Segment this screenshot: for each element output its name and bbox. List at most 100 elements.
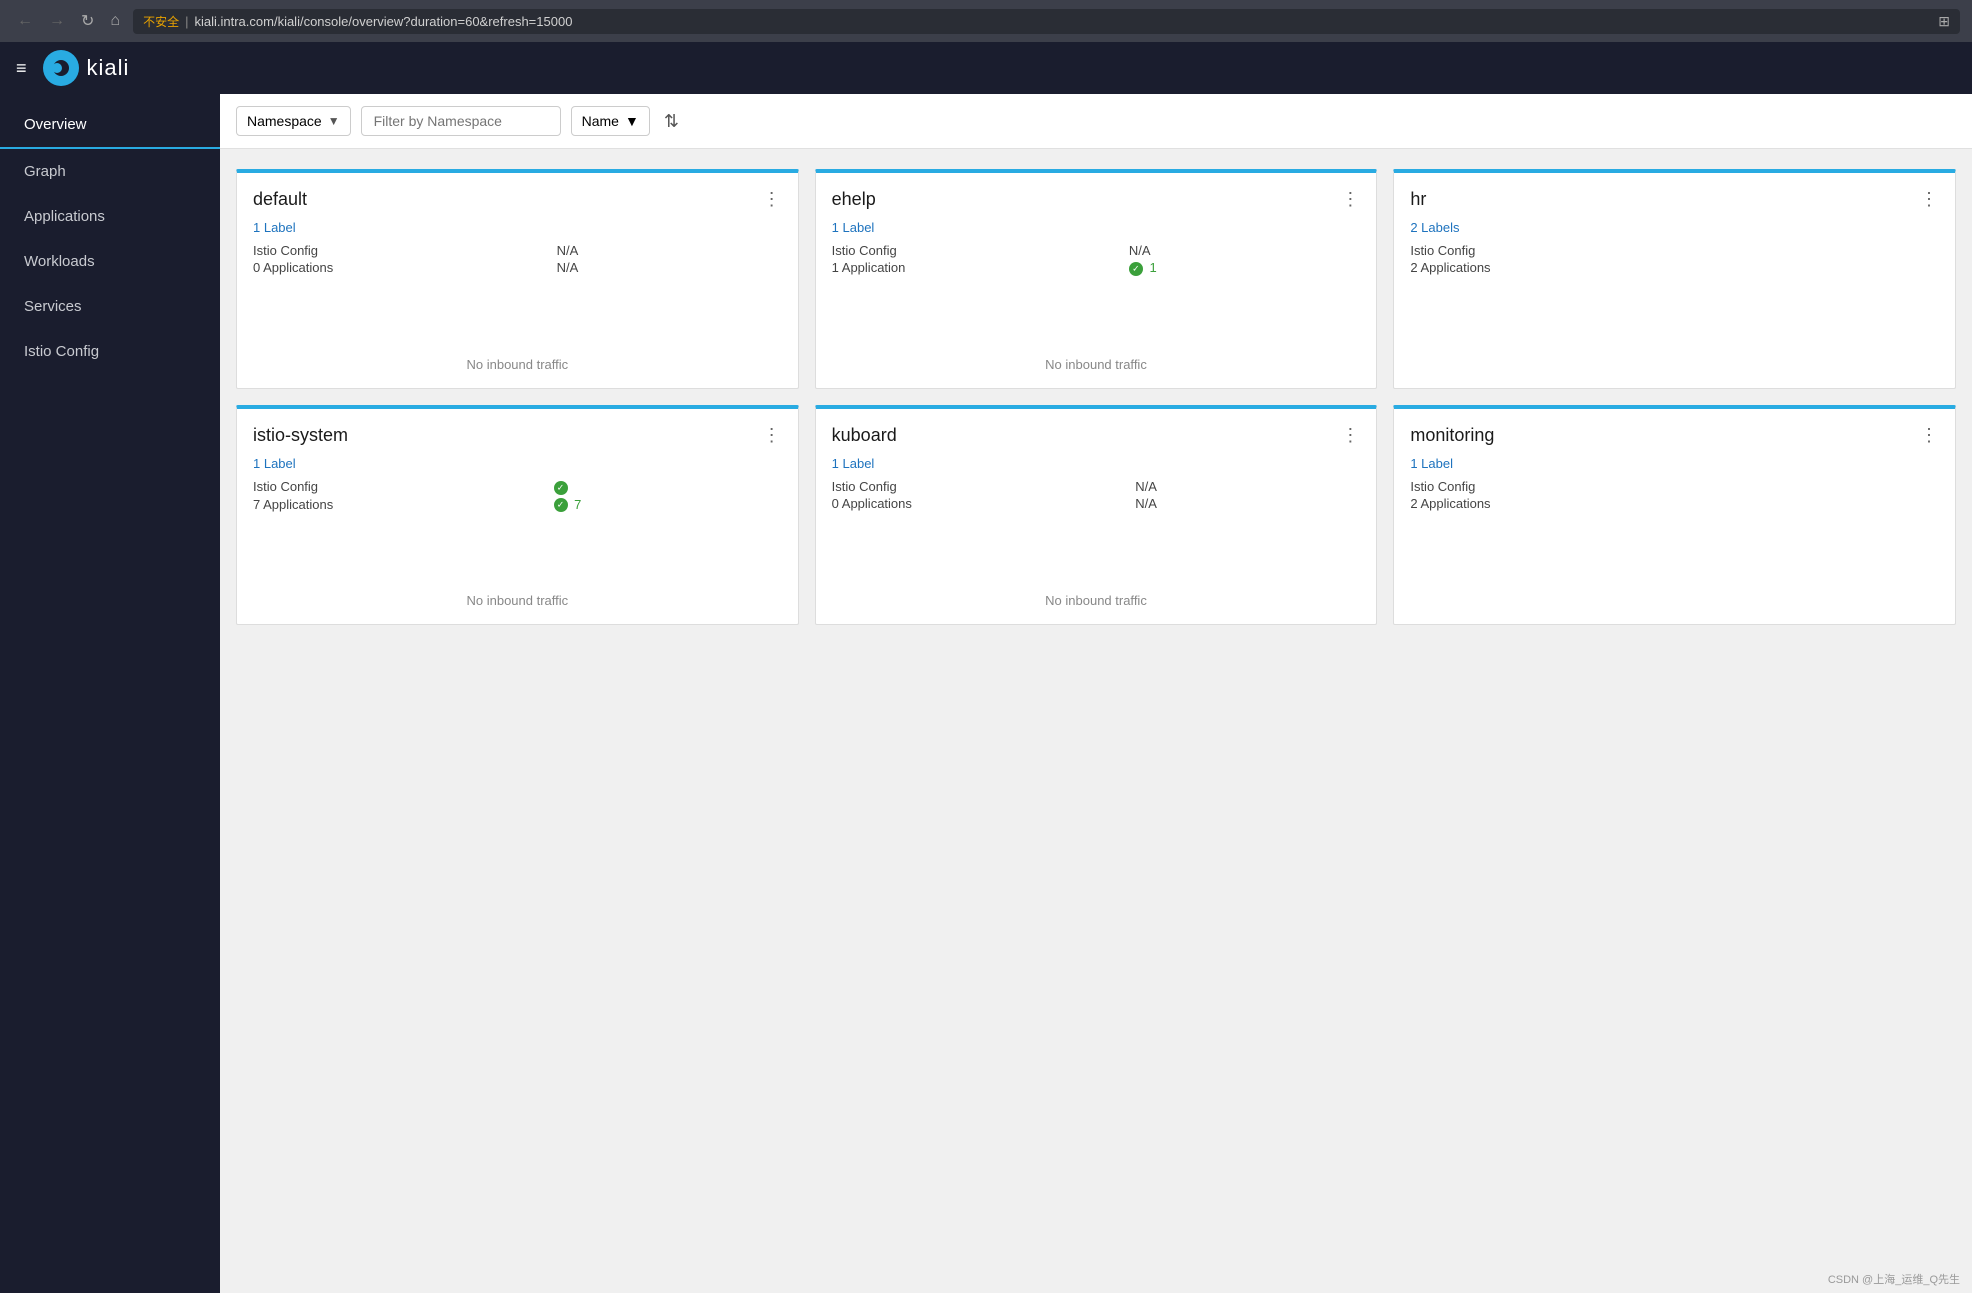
apps-label-istio-system: 7 Applications [253,497,534,513]
card-header-monitoring: monitoring ⋮ [1410,425,1939,446]
apps-label-ehelp: 1 Application [832,260,1109,276]
card-header-ehelp: ehelp ⋮ [832,189,1361,210]
card-details-monitoring: Istio Config 2 Applications [1410,479,1939,511]
istio-config-label-hr: Istio Config [1410,243,1704,258]
sidebar-item-istio-config[interactable]: Istio Config [0,329,220,374]
card-details-ehelp: Istio Config N/A 1 Application 1 [832,243,1361,276]
card-details-istio-system: Istio Config 7 Applications 7 [253,479,782,512]
card-details-default: Istio Config N/A 0 Applications N/A [253,243,782,275]
check-icon-istio-config [554,481,568,495]
name-sort-dropdown[interactable]: Name ▼ [571,106,650,136]
card-title-istio-system: istio-system [253,425,348,446]
card-traffic-default: No inbound traffic [253,337,782,372]
reload-button[interactable]: ↻ [76,9,99,33]
translate-icon[interactable]: ⊞ [1938,13,1950,30]
apps-value-istio-system[interactable]: 7 [554,497,782,513]
main-content: Namespace ▼ Name ▼ ⇅ default ⋮ [220,94,1972,1293]
filter-bar: Namespace ▼ Name ▼ ⇅ [220,94,1972,149]
card-menu-istio-system[interactable]: ⋮ [763,425,782,446]
namespace-label: Namespace [247,113,322,129]
card-title-monitoring: monitoring [1410,425,1494,446]
card-menu-kuboard[interactable]: ⋮ [1341,425,1360,446]
istio-config-label-ehelp: Istio Config [832,243,1109,258]
apps-label-hr: 2 Applications [1410,260,1704,275]
security-warning: 不安全 [143,13,179,30]
istio-config-value-hr [1725,243,1939,258]
istio-config-value-default: N/A [557,243,782,258]
footer-hint: CSDN @上海_运维_Q先生 [220,1265,1972,1293]
nav-buttons: ← → ↻ ⌂ [12,9,125,33]
namespace-card-istio-system: istio-system ⋮ 1 Label Istio Config 7 Ap… [236,405,799,625]
card-label-link-hr[interactable]: 2 Labels [1410,220,1939,235]
sidebar-item-label: Istio Config [24,343,99,360]
apps-value-hr [1725,260,1939,275]
cards-grid: default ⋮ 1 Label Istio Config N/A 0 App… [220,149,1972,1265]
card-title-hr: hr [1410,189,1426,210]
apps-count-istio-system: 7 [574,497,581,512]
apps-value-monitoring [1725,496,1939,511]
back-button[interactable]: ← [12,10,38,32]
card-title-ehelp: ehelp [832,189,876,210]
card-header-default: default ⋮ [253,189,782,210]
card-label-link-istio-system[interactable]: 1 Label [253,456,782,471]
apps-label-monitoring: 2 Applications [1410,496,1704,511]
forward-button[interactable]: → [44,10,70,32]
card-header-istio-system: istio-system ⋮ [253,425,782,446]
istio-config-label-default: Istio Config [253,243,537,258]
card-traffic-monitoring [1410,588,1939,608]
sidebar-item-workloads[interactable]: Workloads [0,239,220,284]
sidebar-item-label: Applications [24,208,105,225]
card-menu-hr[interactable]: ⋮ [1920,189,1939,210]
sidebar-item-graph[interactable]: Graph [0,149,220,194]
card-details-hr: Istio Config 2 Applications [1410,243,1939,275]
sidebar-item-label: Overview [24,116,87,133]
card-label-link-monitoring[interactable]: 1 Label [1410,456,1939,471]
card-title-kuboard: kuboard [832,425,897,446]
apps-label-default: 0 Applications [253,260,537,275]
url-text: kiali.intra.com/kiali/console/overview?d… [194,14,572,29]
sidebar-item-overview[interactable]: Overview [0,102,220,149]
apps-count-ehelp: 1 [1150,260,1157,275]
logo-text: kiali [87,55,130,81]
card-label-link-ehelp[interactable]: 1 Label [832,220,1361,235]
sidebar-item-applications[interactable]: Applications [0,194,220,239]
card-traffic-ehelp: No inbound traffic [832,337,1361,372]
browser-chrome: ← → ↻ ⌂ 不安全 | kiali.intra.com/kiali/cons… [0,0,1972,42]
card-header-hr: hr ⋮ [1410,189,1939,210]
sort-order-icon[interactable]: ⇅ [660,107,683,136]
istio-config-label-istio-system: Istio Config [253,479,534,495]
card-title-default: default [253,189,307,210]
apps-value-default: N/A [557,260,782,275]
istio-config-value-monitoring [1725,479,1939,494]
card-menu-ehelp[interactable]: ⋮ [1341,189,1360,210]
dropdown-arrow-icon: ▼ [328,114,340,128]
card-label-link-default[interactable]: 1 Label [253,220,782,235]
home-button[interactable]: ⌂ [105,10,125,32]
namespace-dropdown[interactable]: Namespace ▼ [236,106,351,136]
sidebar-item-label: Workloads [24,253,95,270]
logo-icon [43,50,79,86]
apps-value-kuboard: N/A [1135,496,1360,511]
istio-config-value-ehelp: N/A [1129,243,1360,258]
card-label-link-kuboard[interactable]: 1 Label [832,456,1361,471]
hamburger-menu[interactable]: ≡ [16,58,27,79]
sidebar-item-label: Services [24,298,82,315]
sidebar-item-services[interactable]: Services [0,284,220,329]
istio-config-label-monitoring: Istio Config [1410,479,1704,494]
card-traffic-kuboard: No inbound traffic [832,573,1361,608]
namespace-card-hr: hr ⋮ 2 Labels Istio Config 2 Application… [1393,169,1956,389]
namespace-card-ehelp: ehelp ⋮ 1 Label Istio Config N/A 1 Appli… [815,169,1378,389]
name-label: Name [582,113,619,129]
namespace-filter-input[interactable] [361,106,561,136]
namespace-card-kuboard: kuboard ⋮ 1 Label Istio Config N/A 0 App… [815,405,1378,625]
card-header-kuboard: kuboard ⋮ [832,425,1361,446]
card-traffic-hr [1410,352,1939,372]
card-menu-monitoring[interactable]: ⋮ [1920,425,1939,446]
istio-config-value-kuboard: N/A [1135,479,1360,494]
card-menu-default[interactable]: ⋮ [763,189,782,210]
app-logo: kiali [43,50,130,86]
apps-value-ehelp[interactable]: 1 [1129,260,1360,276]
sidebar: Overview Graph Applications Workloads Se… [0,94,220,1293]
address-bar[interactable]: 不安全 | kiali.intra.com/kiali/console/over… [133,9,1960,34]
app-topbar: ≡ kiali [0,42,1972,94]
